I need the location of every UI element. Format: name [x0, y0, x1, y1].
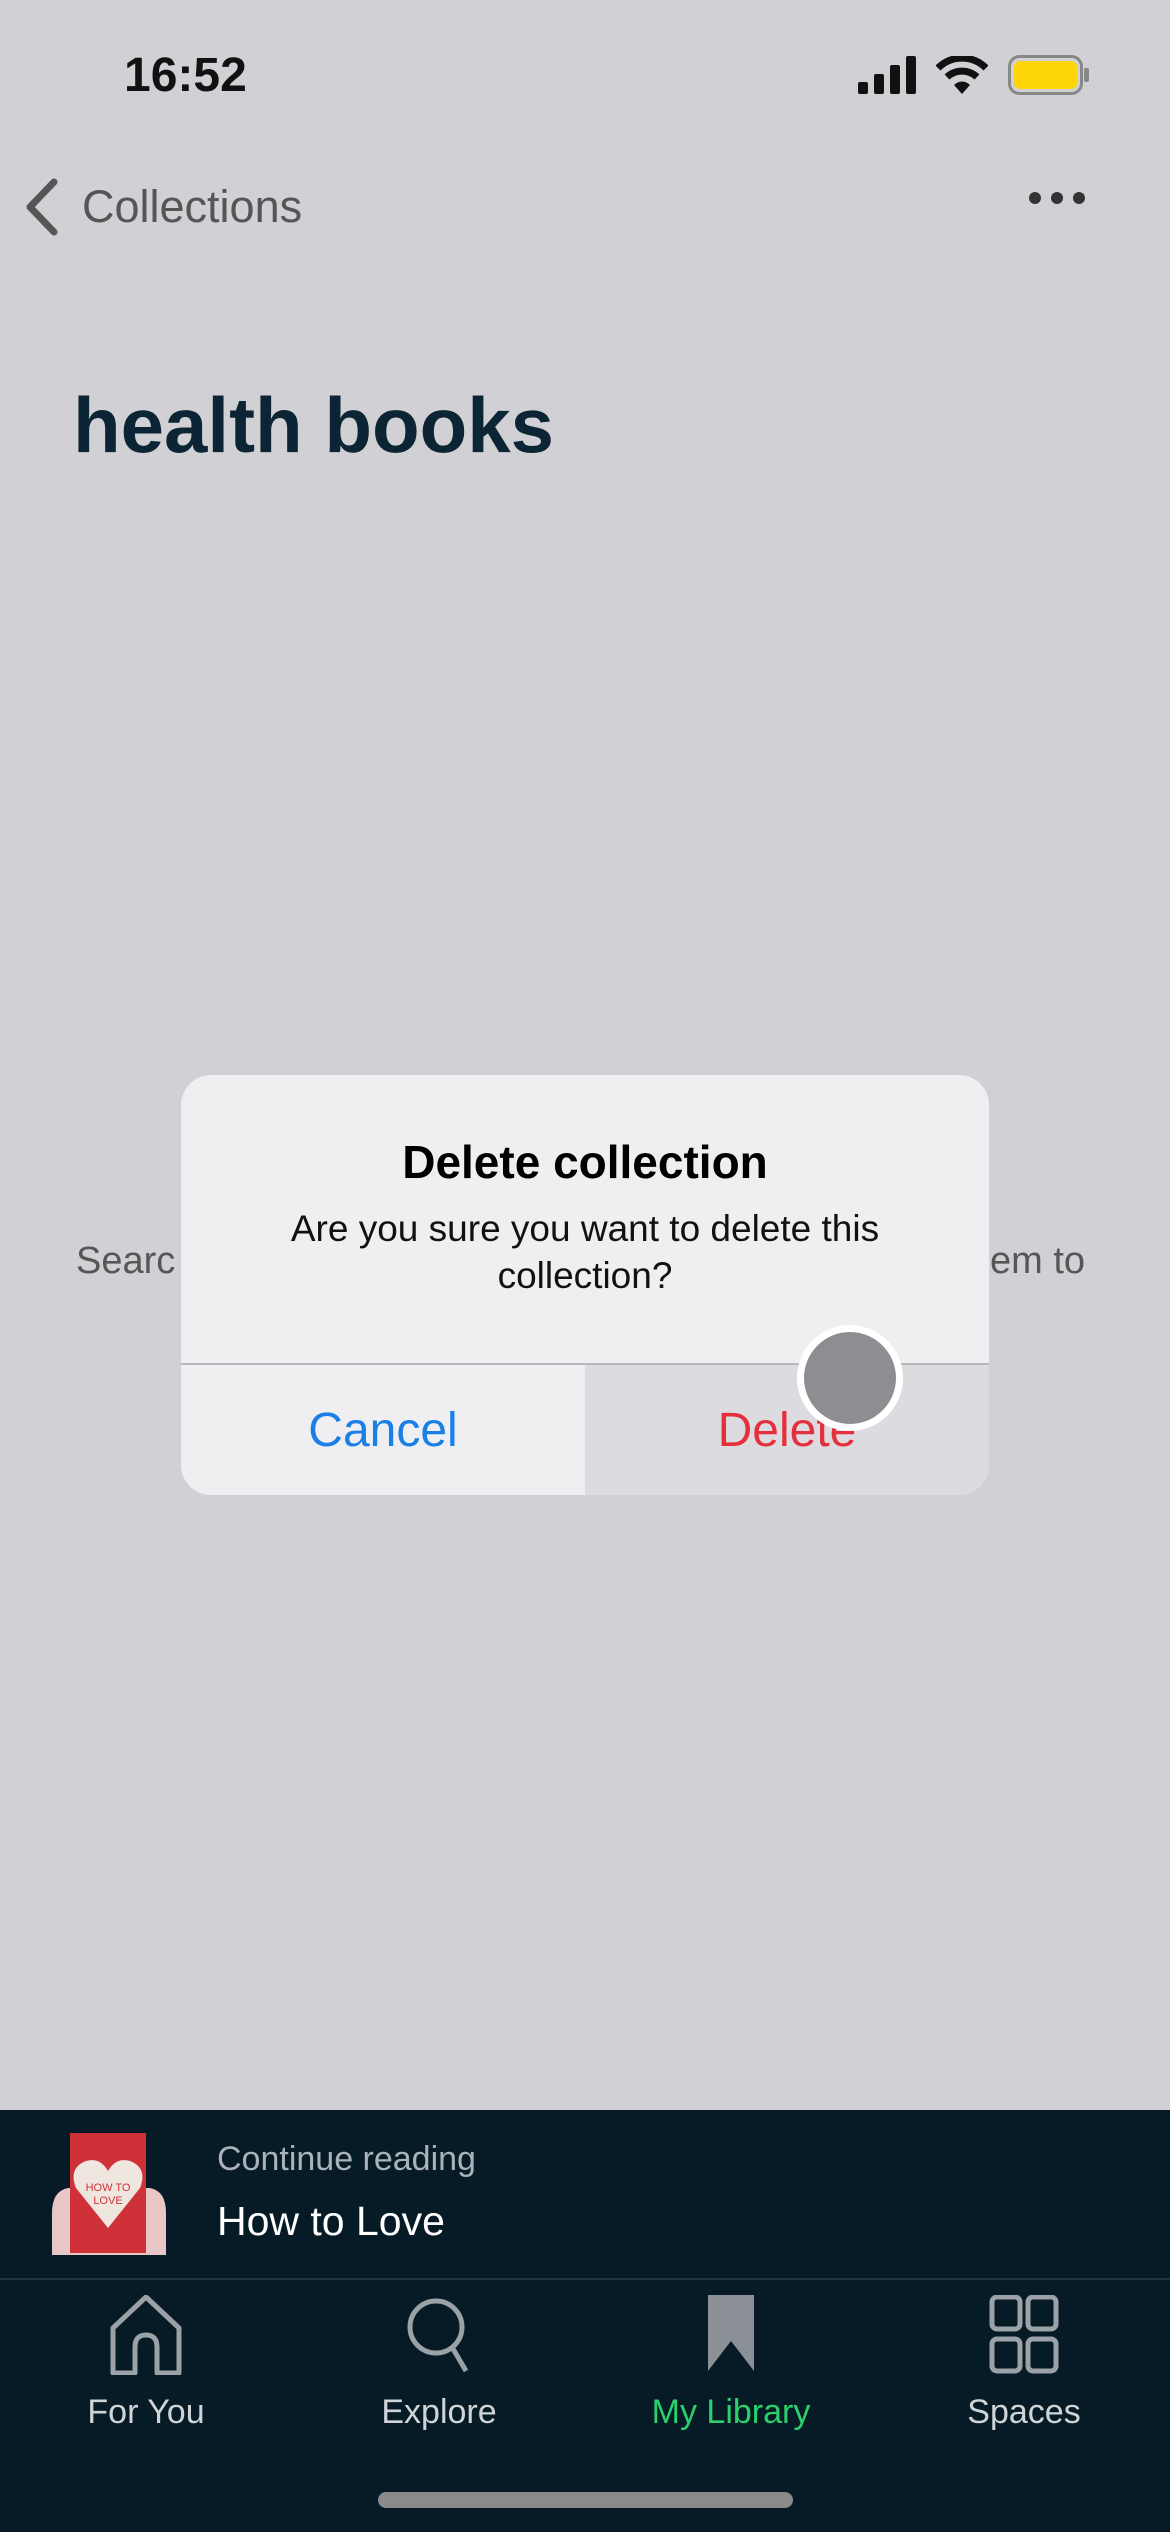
tab-label: Spaces: [967, 2393, 1081, 2431]
grid-icon: [989, 2295, 1059, 2374]
page-title: health books: [73, 381, 555, 469]
back-button[interactable]: Collections: [24, 178, 302, 236]
dialog-message: Are you sure you want to delete this col…: [290, 1208, 880, 1296]
tab-explore[interactable]: Explore: [319, 2295, 559, 2432]
svg-text:LOVE: LOVE: [93, 2195, 122, 2207]
touch-indicator: [797, 1325, 903, 1431]
delete-collection-dialog: Delete collection Are you sure you want …: [181, 1075, 989, 1495]
svg-text:HOW TO: HOW TO: [86, 2182, 131, 2194]
tab-my-library[interactable]: My Library: [611, 2295, 851, 2432]
back-label: Collections: [82, 181, 303, 232]
empty-state-text: em to: [990, 1240, 1086, 1282]
tab-spaces[interactable]: Spaces: [904, 2295, 1144, 2432]
chevron-left-icon: [26, 178, 58, 236]
tab-label: Explore: [381, 2393, 497, 2431]
empty-state-text: Searc: [76, 1240, 176, 1282]
continue-reading-title[interactable]: How to Love: [217, 2198, 445, 2245]
status-icons: [858, 55, 1090, 95]
delete-button[interactable]: Delete: [585, 1365, 989, 1495]
battery-icon: [1008, 55, 1089, 95]
tab-for-you[interactable]: For You: [26, 2295, 266, 2432]
search-icon: [407, 2298, 469, 2373]
cancel-button[interactable]: Cancel: [181, 1365, 585, 1495]
bookmark-icon: [708, 2295, 754, 2371]
wifi-icon: [936, 56, 988, 94]
home-indicator: [378, 2492, 793, 2508]
tab-label: For You: [87, 2393, 205, 2431]
status-time: 16:52: [124, 49, 247, 102]
divider: [0, 2278, 1170, 2280]
dialog-title: Delete collection: [402, 1136, 768, 1188]
tab-label: My Library: [651, 2393, 811, 2431]
home-icon: [110, 2295, 182, 2375]
signal-icon: [858, 56, 916, 94]
continue-reading-label: Continue reading: [217, 2140, 476, 2178]
ellipsis-icon[interactable]: [1028, 190, 1086, 206]
book-cover[interactable]: HOW TO LOVE: [48, 2133, 170, 2255]
